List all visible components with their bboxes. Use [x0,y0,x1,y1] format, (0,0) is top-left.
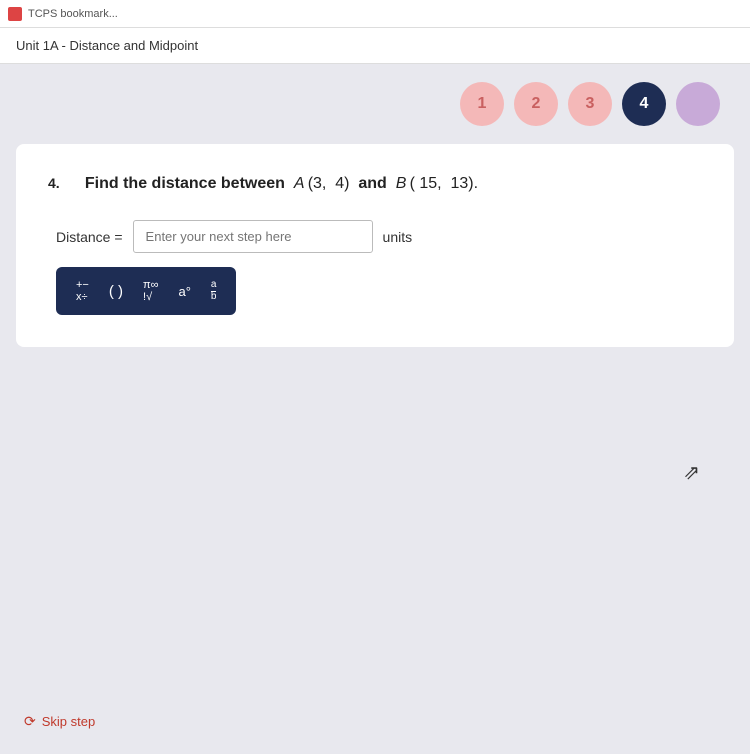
skip-step-link[interactable]: Skip step [42,714,95,729]
toolbar-piinfinity-button[interactable]: π∞ !√ [135,275,166,307]
plusminus-icon: +− x÷ [76,279,89,303]
and-label: and [358,175,386,192]
distance-label: Distance = [56,229,123,245]
top-bar-text: TCPS bookmark... [28,8,118,20]
progress-circle-3[interactable]: 3 [568,82,612,126]
point-b-label: B ( 15, 13). [396,175,478,192]
question-row: 4. Find the distance between A (3, 4) an… [48,172,702,196]
progress-circle-4[interactable]: 4 [622,82,666,126]
question-text: Find the distance between A (3, 4) and B… [76,172,478,196]
progress-row: 1 2 3 4 [0,64,750,144]
math-toolbar: +− x÷ ( ) π∞ !√ a° [56,267,236,315]
question-card: 4. Find the distance between A (3, 4) an… [16,144,734,347]
progress-circle-5[interactable] [676,82,720,126]
toolbar-parentheses-button[interactable]: ( ) [101,279,131,304]
main-content: 1 2 3 4 4. Find the distance between [0,64,750,754]
toolbar-plusminus-button[interactable]: +− x÷ [68,275,97,307]
units-label: units [383,229,413,245]
point-a-label: A (3, 4) [294,175,350,192]
question-number: 4. [48,175,76,191]
skip-step-row[interactable]: ⟳ Skip step [24,713,95,730]
answer-row: Distance = units [56,220,702,253]
degree-icon: a° [178,284,190,299]
progress-circle-1[interactable]: 1 [460,82,504,126]
parentheses-icon: ( ) [109,283,123,300]
circle-4-label: 4 [640,95,649,113]
top-bar-indicator [8,7,22,21]
unit-title: Unit 1A - Distance and Midpoint [16,38,198,53]
fraction-icon: a b [211,280,217,302]
progress-circle-2[interactable]: 2 [514,82,558,126]
piinfinity-icon: π∞ !√ [143,279,158,303]
find-distance-bold: Find the distance between [85,175,285,192]
toolbar-degree-button[interactable]: a° [170,280,198,303]
circle-2-label: 2 [532,95,541,113]
toolbar-fraction-button[interactable]: a b [203,276,225,306]
cursor-icon: ⇗ [683,460,700,485]
skip-step-icon: ⟳ [24,713,36,730]
circle-3-label: 3 [586,95,595,113]
unit-header: Unit 1A - Distance and Midpoint [0,28,750,64]
circle-1-label: 1 [478,95,487,113]
top-bar: TCPS bookmark... [0,0,750,28]
page-wrapper: TCPS bookmark... Unit 1A - Distance and … [0,0,750,750]
answer-input[interactable] [133,220,373,253]
